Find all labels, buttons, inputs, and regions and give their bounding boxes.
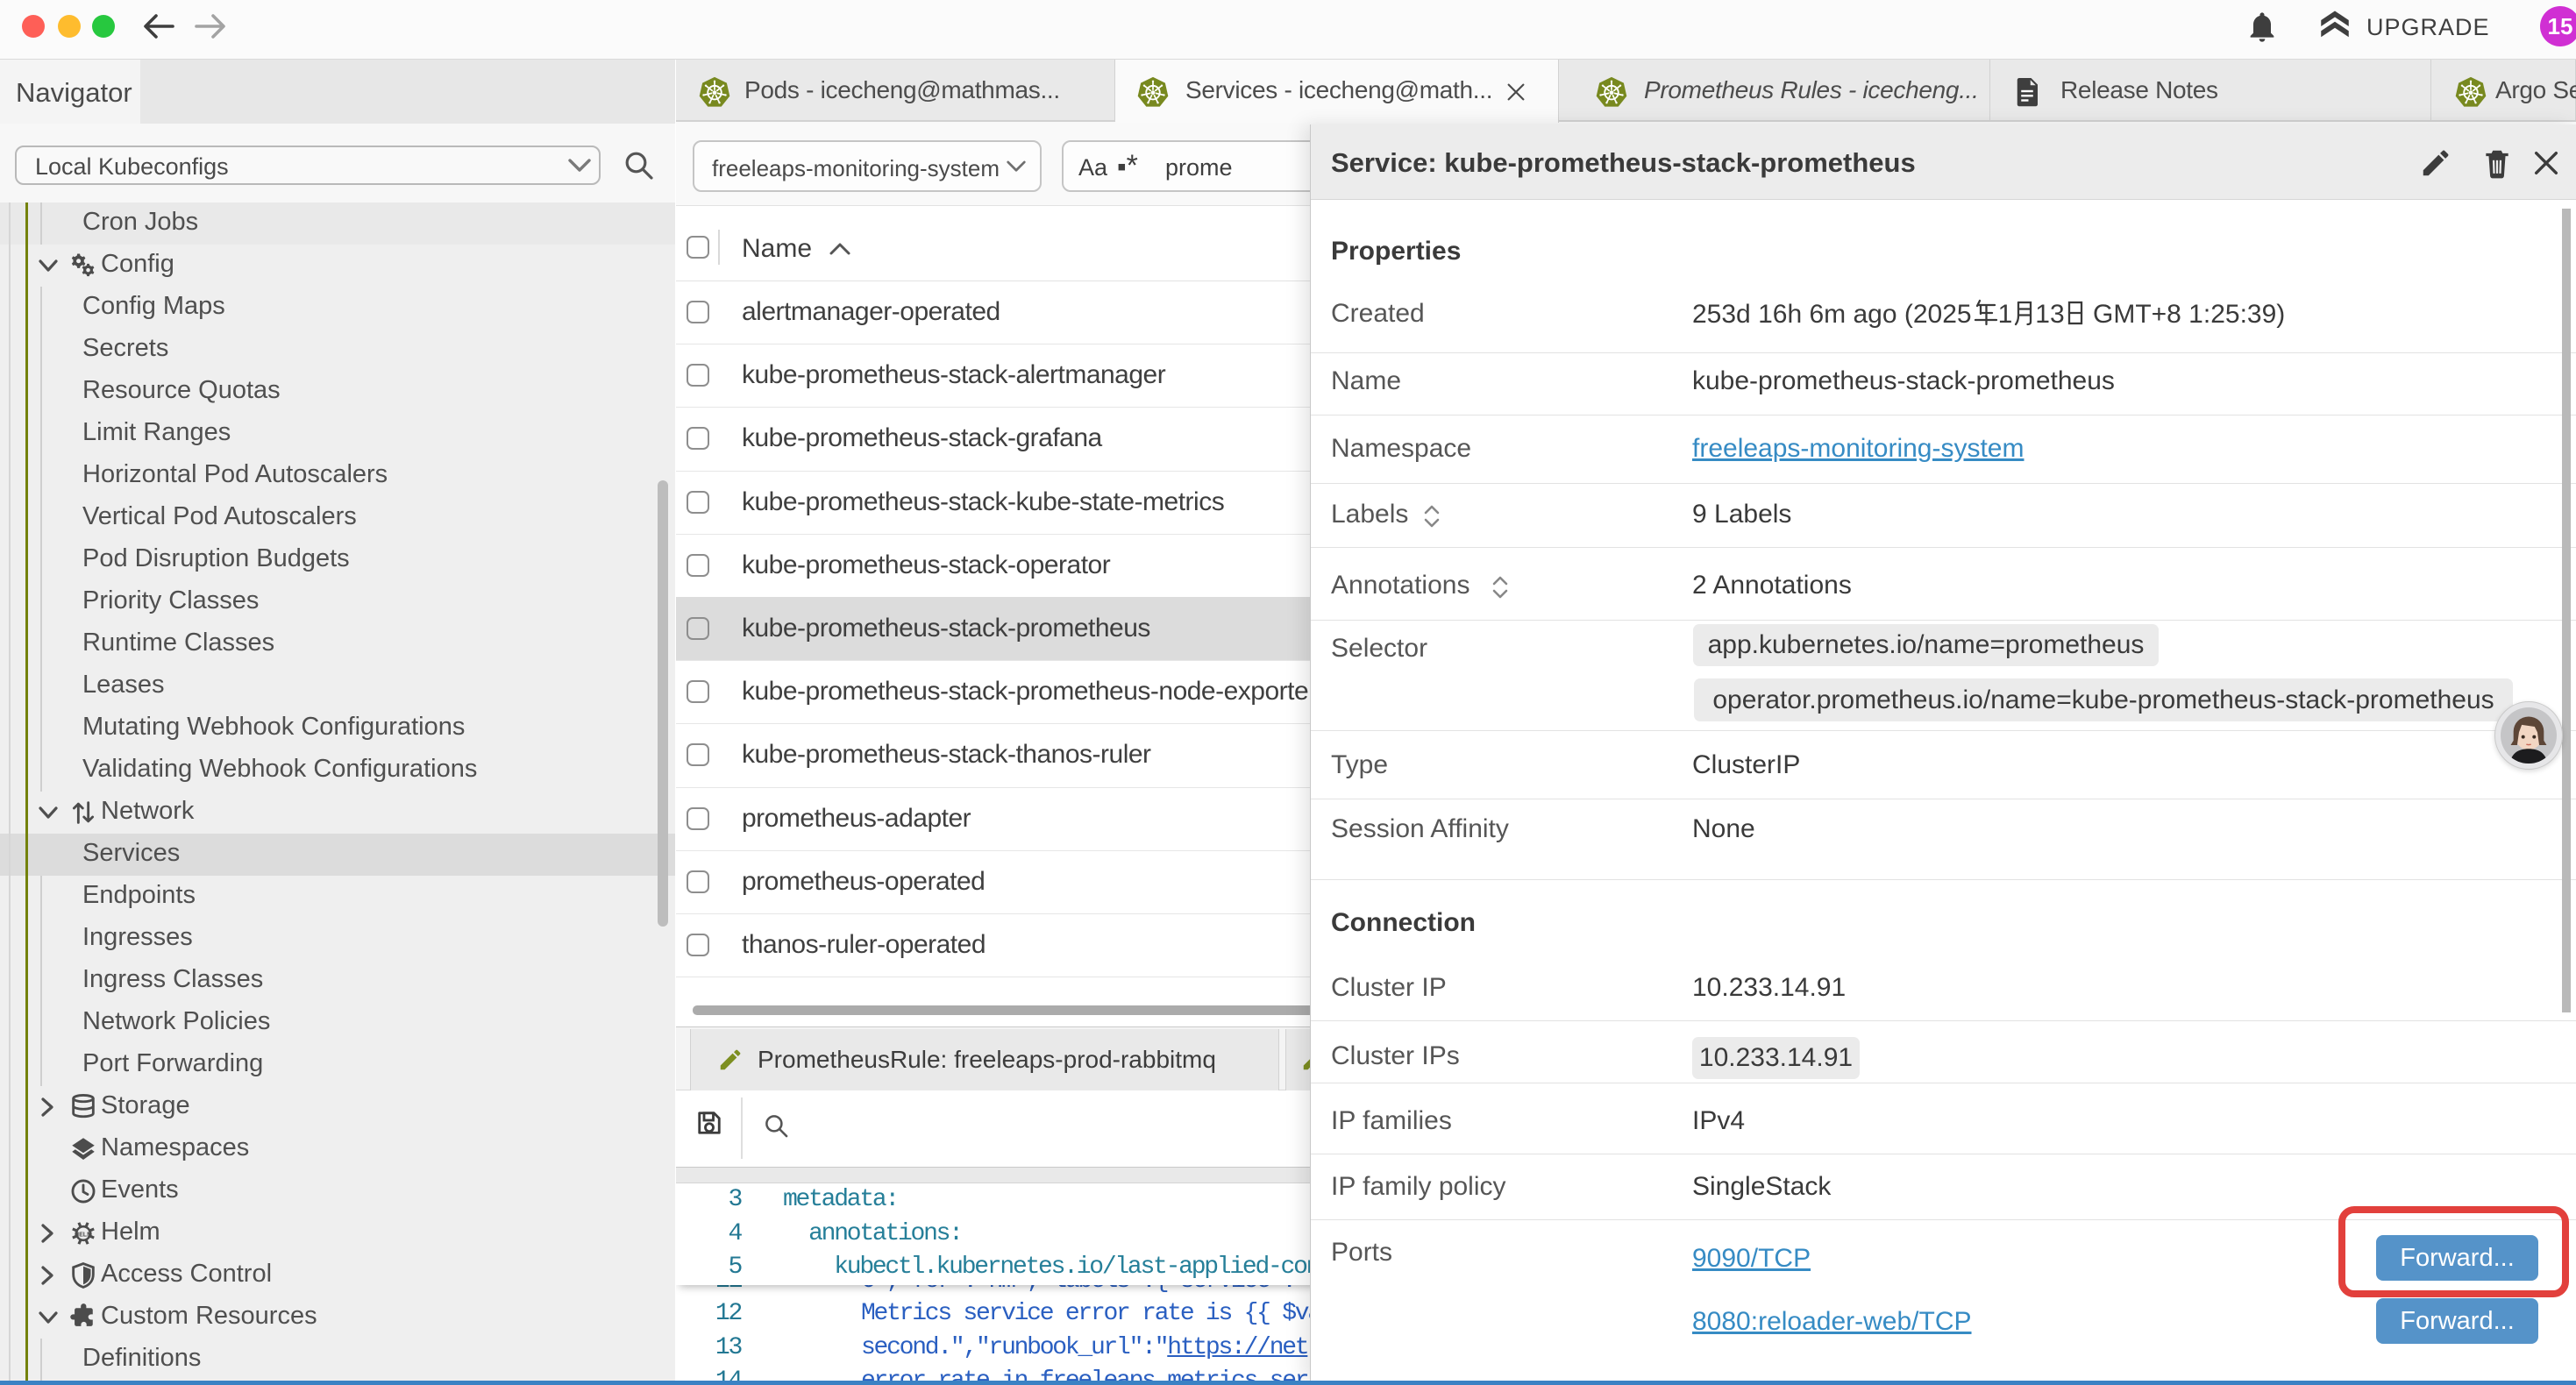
svg-text:HELM: HELM	[75, 1231, 92, 1238]
